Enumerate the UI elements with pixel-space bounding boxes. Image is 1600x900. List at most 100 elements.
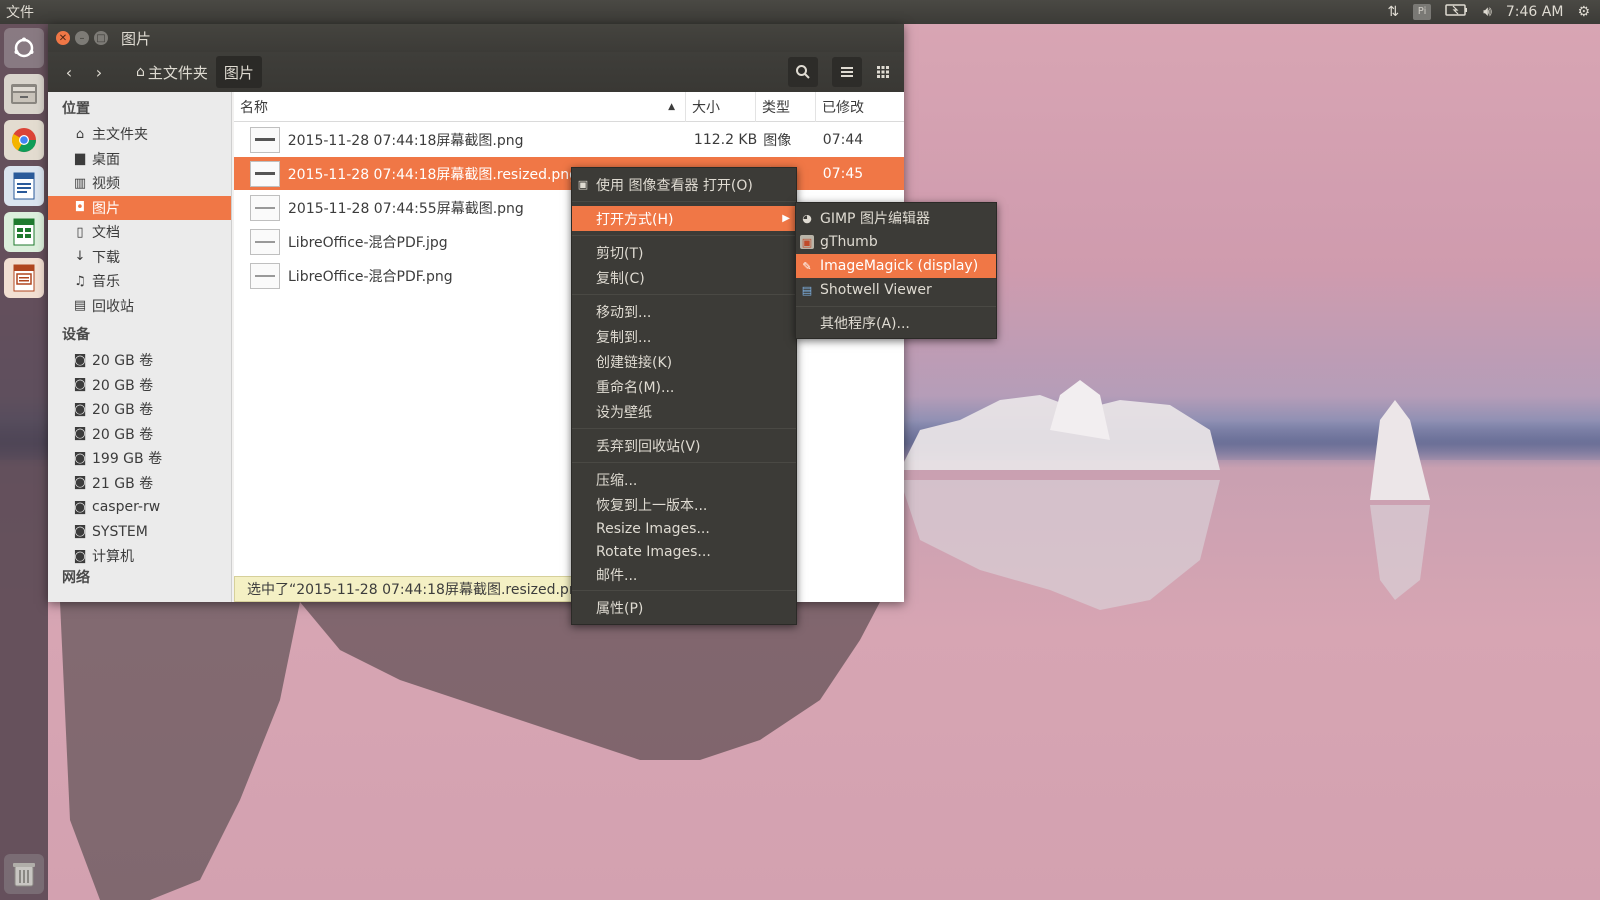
imagemagick-icon: ✎: [802, 259, 812, 273]
breadcrumb-home-label: 主文件夹: [147, 63, 208, 82]
menu-item-set-wallpaper[interactable]: 设为壁纸: [572, 399, 796, 424]
devices-heading: 设备: [62, 327, 90, 343]
table-row-selected[interactable]: 2015-11-28 07:44:18屏幕截图.resized.png 像 07…: [234, 157, 904, 190]
clock[interactable]: 7:46 AM: [1506, 4, 1564, 20]
sidebar-item-volume[interactable]: ◙ 199 GB 卷: [48, 446, 231, 471]
window-titlebar: ✕ – □ 图片: [48, 24, 904, 52]
open-with-submenu: ◕ GIMP 图片编辑器 ▣ gThumb ✎ ImageMagick (dis…: [795, 202, 997, 339]
menu-item-email[interactable]: 邮件...: [572, 563, 796, 586]
sidebar-item-volume[interactable]: ◙ 20 GB 卷: [48, 348, 231, 373]
menu-item-resize-images[interactable]: Resize Images...: [572, 517, 796, 540]
maximize-icon[interactable]: □: [94, 31, 108, 45]
app-menu-file[interactable]: 文件: [0, 2, 60, 22]
menu-item-move-to[interactable]: 移动到...: [572, 299, 796, 324]
sidebar-item-volume[interactable]: ◙ 20 GB 卷: [48, 397, 231, 422]
grid-view-icon: [877, 66, 889, 78]
toolbar: ‹ › ⌂ 主文件夹 图片: [48, 52, 904, 92]
menu-item-open-with-viewer[interactable]: ▣ 使用 图像查看器 打开(O): [572, 172, 796, 197]
menu-item-open-with[interactable]: 打开方式(H) ▶: [572, 206, 796, 231]
menu-separator: [572, 462, 796, 463]
drive-icon: ◙: [73, 352, 87, 368]
menu-separator: [572, 590, 796, 591]
toolbar-right: [788, 57, 904, 87]
column-header-type[interactable]: 类型: [756, 91, 816, 122]
forward-button[interactable]: ›: [84, 57, 114, 87]
gimp-icon: ◕: [802, 211, 812, 225]
trash-launcher-icon[interactable]: [4, 854, 44, 894]
libreoffice-writer-icon[interactable]: [4, 166, 44, 206]
network-icon[interactable]: ⇅: [1387, 4, 1399, 20]
image-thumbnail-icon: [250, 262, 280, 289]
image-thumbnail-icon: [250, 126, 280, 153]
sidebar-item-music[interactable]: ♫ 音乐: [48, 269, 231, 294]
drive-icon: ◙: [73, 450, 87, 466]
places-heading: 位置: [62, 101, 90, 117]
sidebar-item-desktop[interactable]: ▆ 桌面: [48, 147, 231, 172]
menu-item-cut[interactable]: 剪切(T): [572, 240, 796, 265]
sidebar-item-volume[interactable]: ◙ 20 GB 卷: [48, 373, 231, 398]
trash-icon: ▤: [73, 298, 87, 314]
sidebar-item-downloads[interactable]: ↓ 下载: [48, 245, 231, 270]
files-app-icon[interactable]: [4, 74, 44, 114]
home-icon: ⌂: [75, 126, 85, 142]
search-button[interactable]: [788, 57, 818, 87]
launcher: [0, 24, 48, 900]
menu-item-compress[interactable]: 压缩...: [572, 467, 796, 492]
chrome-icon[interactable]: [4, 120, 44, 160]
shotwell-icon: ▤: [801, 283, 813, 297]
keyboard-indicator[interactable]: Pi: [1413, 4, 1432, 20]
sidebar-item-casper-rw[interactable]: ◙ casper-rw: [48, 495, 231, 520]
menu-item-shotwell[interactable]: ▤ Shotwell Viewer: [796, 278, 996, 302]
column-header-modified[interactable]: 已修改: [816, 92, 904, 122]
context-menu: ▣ 使用 图像查看器 打开(O) 打开方式(H) ▶ 剪切(T) 复制(C) 移…: [571, 167, 797, 625]
table-row[interactable]: 2015-11-28 07:44:18屏幕截图.png 112.2 KB 图像 …: [234, 123, 904, 156]
list-view-icon: [841, 67, 853, 77]
gear-icon[interactable]: ⚙: [1577, 4, 1590, 20]
close-icon[interactable]: ✕: [56, 31, 70, 45]
sidebar-item-pictures[interactable]: ◘ 图片: [48, 195, 231, 220]
menu-item-rotate-images[interactable]: Rotate Images...: [572, 540, 796, 563]
dash-home-icon[interactable]: [4, 28, 44, 68]
gthumb-icon: ▣: [800, 235, 814, 249]
breadcrumb-pictures[interactable]: 图片: [215, 56, 262, 88]
sidebar-item-volume[interactable]: ◙ 21 GB 卷: [48, 471, 231, 496]
sidebar-item-home[interactable]: ⌂ 主文件夹: [48, 122, 231, 147]
menu-item-imagemagick[interactable]: ✎ ImageMagick (display): [796, 254, 996, 278]
menu-item-revert[interactable]: 恢复到上一版本...: [572, 492, 796, 517]
sidebar-item-computer[interactable]: ◙ 计算机: [48, 544, 231, 569]
film-icon: ▥: [73, 175, 87, 191]
list-view-button[interactable]: [832, 57, 862, 87]
sidebar-item-videos[interactable]: ▥ 视频: [48, 171, 231, 196]
menu-item-gthumb[interactable]: ▣ gThumb: [796, 230, 996, 254]
libreoffice-calc-icon[interactable]: [4, 212, 44, 252]
menu-item-make-link[interactable]: 创建链接(K): [572, 349, 796, 374]
sort-ascending-icon: ▲: [668, 101, 675, 112]
breadcrumb-home[interactable]: ⌂ 主文件夹: [128, 56, 216, 88]
menu-item-copy-to[interactable]: 复制到...: [572, 324, 796, 349]
minimize-icon[interactable]: –: [75, 31, 89, 45]
sidebar-item-system[interactable]: ◙ SYSTEM: [48, 520, 231, 545]
menu-item-copy[interactable]: 复制(C): [572, 265, 796, 290]
column-header-name[interactable]: 名称 ▲: [234, 91, 686, 122]
libreoffice-impress-icon[interactable]: [4, 258, 44, 298]
menu-item-other-application[interactable]: 其他程序(A)...: [796, 311, 996, 335]
volume-icon[interactable]: 🔊︎: [1483, 4, 1492, 20]
image-viewer-icon: ▣: [577, 178, 589, 191]
sidebar-item-trash[interactable]: ▤ 回收站: [48, 294, 231, 319]
grid-view-button[interactable]: [868, 57, 898, 87]
menu-item-properties[interactable]: 属性(P): [572, 595, 796, 620]
sidebar-item-documents[interactable]: ▯ 文档: [48, 220, 231, 245]
sidebar: 位置 ⌂ 主文件夹 ▆ 桌面 ▥ 视频 ◘ 图片 ▯ 文档 ↓ 下载 ♫ 音乐 ▤ 回收站 设备…: [48, 92, 232, 602]
menu-separator: [572, 235, 796, 236]
menu-item-gimp[interactable]: ◕ GIMP 图片编辑器: [796, 206, 996, 230]
image-thumbnail-icon: [250, 228, 280, 255]
document-icon: ▯: [76, 224, 84, 240]
menu-separator: [796, 306, 996, 307]
music-icon: ♫: [74, 273, 86, 289]
sidebar-item-volume[interactable]: ◙ 20 GB 卷: [48, 422, 231, 447]
column-header-size[interactable]: 大小: [686, 91, 756, 122]
menu-item-rename[interactable]: 重命名(M)...: [572, 374, 796, 399]
menu-item-move-to-trash[interactable]: 丢弃到回收站(V): [572, 433, 796, 458]
battery-icon[interactable]: [1445, 3, 1469, 21]
back-button[interactable]: ‹: [54, 57, 84, 87]
